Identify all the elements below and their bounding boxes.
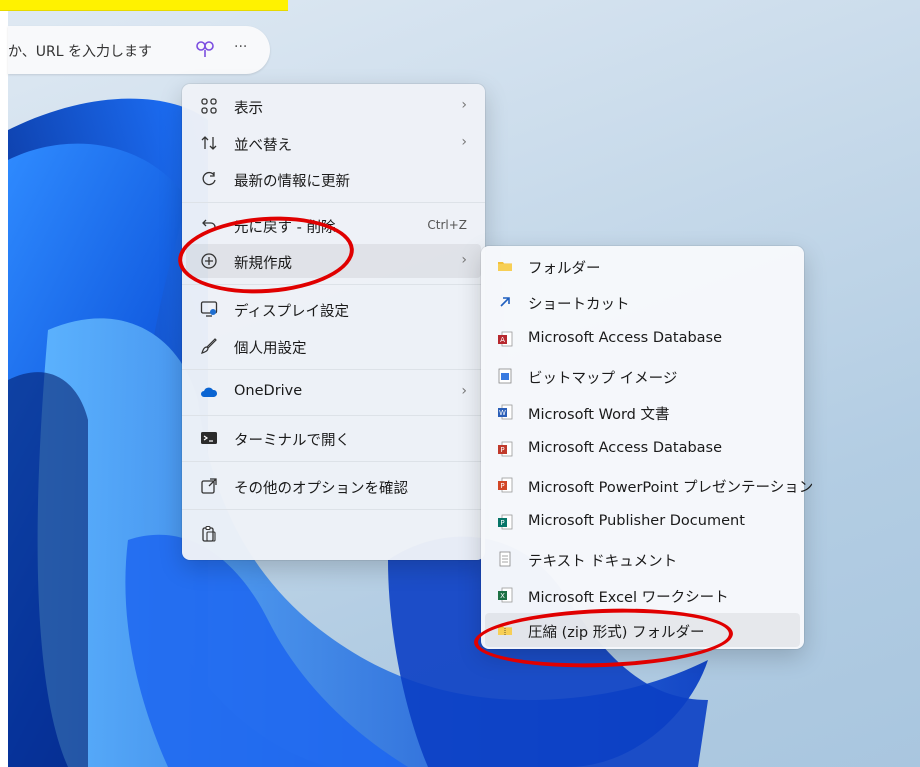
menu-item-show-more-options[interactable]: その他のオプションを確認 xyxy=(186,469,481,503)
menu-item-personalize[interactable]: 個人用設定 xyxy=(186,329,481,363)
excel-icon: X xyxy=(498,587,513,603)
menu-item-view[interactable]: 表示 › xyxy=(186,89,481,123)
access-icon: A xyxy=(498,331,513,347)
submenu-item-text-document[interactable]: テキスト ドキュメント xyxy=(485,542,800,576)
svg-text:P: P xyxy=(500,519,504,527)
highlight-bar xyxy=(0,0,288,11)
submenu-item-folder[interactable]: フォルダー xyxy=(485,249,800,283)
svg-text:X: X xyxy=(500,592,505,600)
new-submenu: フォルダー ショートカット A Microsoft Access Databas… xyxy=(481,246,813,649)
display-settings-icon xyxy=(200,301,218,317)
menu-item-sort[interactable]: 並べ替え › xyxy=(186,126,481,160)
menu-item-display-settings[interactable]: ディスプレイ設定 xyxy=(186,292,481,326)
refresh-icon xyxy=(202,171,216,186)
copilot-icon[interactable] xyxy=(194,39,216,61)
onedrive-cloud-icon xyxy=(201,387,218,397)
more-options-icon xyxy=(201,478,217,494)
menu-item-onedrive[interactable]: OneDrive › xyxy=(186,375,481,409)
chevron-right-icon: › xyxy=(461,134,467,150)
menu-item-paste[interactable] xyxy=(186,517,481,551)
bitmap-icon xyxy=(498,368,512,384)
chevron-right-icon: › xyxy=(461,383,467,399)
paste-icon xyxy=(202,525,216,542)
grid-view-icon xyxy=(201,98,217,114)
chevron-right-icon: › xyxy=(461,252,467,268)
svg-text:P: P xyxy=(500,482,504,490)
left-white-strip xyxy=(0,0,8,767)
terminal-icon xyxy=(201,432,217,444)
more-options-ellipsis[interactable]: ··· xyxy=(234,39,247,55)
chevron-right-icon: › xyxy=(461,97,467,113)
submenu-item-shortcut[interactable]: ショートカット xyxy=(485,285,800,319)
separator xyxy=(182,509,485,510)
submenu-item-access-database[interactable]: A Microsoft Access Database xyxy=(485,322,800,356)
address-bar[interactable]: か、URL を入力します ··· xyxy=(8,26,270,74)
menu-item-refresh[interactable]: 最新の情報に更新 xyxy=(186,162,481,196)
sort-icon xyxy=(201,136,217,150)
text-document-icon xyxy=(499,551,511,567)
address-input[interactable]: か、URL を入力します xyxy=(8,41,152,61)
svg-text:P: P xyxy=(500,446,504,454)
folder-icon xyxy=(498,262,512,271)
submenu-item-publisher[interactable]: P Microsoft Publisher Document xyxy=(485,505,800,539)
context-menu: 表示 › 並べ替え › 最新の情報に更新 元に戻す - 削除 Ctrl+Z 新規… xyxy=(182,84,485,560)
shortcut-label: Ctrl+Z xyxy=(427,218,467,232)
submenu-item-bitmap-image[interactable]: ビットマップ イメージ xyxy=(485,359,800,393)
access-icon: P xyxy=(498,441,513,457)
submenu-item-access-database-2[interactable]: P Microsoft Access Database xyxy=(485,432,800,466)
powerpoint-icon: P xyxy=(498,477,513,493)
svg-text:W: W xyxy=(499,409,506,417)
word-icon: W xyxy=(498,404,513,420)
separator xyxy=(182,461,485,462)
separator xyxy=(182,415,485,416)
shortcut-icon xyxy=(500,297,510,307)
submenu-item-powerpoint[interactable]: P Microsoft PowerPoint プレゼンテーション xyxy=(485,468,813,502)
svg-text:A: A xyxy=(500,336,505,344)
separator xyxy=(182,202,485,203)
separator xyxy=(182,369,485,370)
menu-item-open-terminal[interactable]: ターミナルで開く xyxy=(186,421,481,455)
submenu-item-word-document[interactable]: W Microsoft Word 文書 xyxy=(485,395,800,429)
brush-icon xyxy=(201,338,217,354)
submenu-item-excel[interactable]: X Microsoft Excel ワークシート xyxy=(485,578,800,612)
publisher-icon: P xyxy=(498,514,513,530)
